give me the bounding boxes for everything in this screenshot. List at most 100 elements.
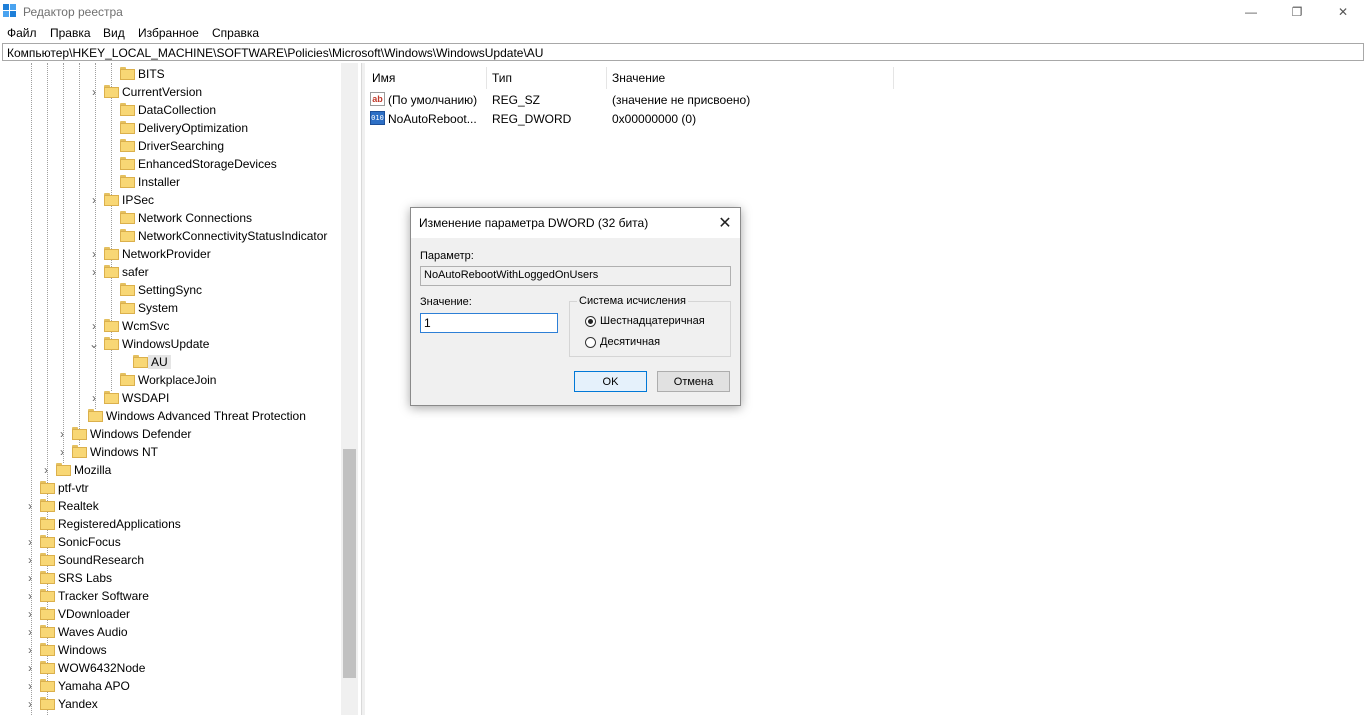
tree-node[interactable]: › safer: [0, 263, 343, 281]
tree-expander-icon[interactable]: [105, 373, 115, 387]
column-header-name[interactable]: Имя: [372, 71, 395, 85]
tree-expander-icon[interactable]: ›: [57, 445, 67, 459]
tree-expander-icon[interactable]: [118, 355, 128, 369]
dialog-close-button[interactable]: ✕: [710, 208, 740, 238]
tree-node[interactable]: › Windows NT: [0, 443, 343, 461]
minimize-button[interactable]: —: [1228, 0, 1274, 24]
menu-file[interactable]: Файл: [7, 26, 37, 40]
tree-node[interactable]: › Waves Audio: [0, 623, 343, 641]
tree-expander-icon[interactable]: [73, 409, 83, 423]
tree-expander-icon[interactable]: [105, 67, 115, 81]
menu-view[interactable]: Вид: [103, 26, 125, 40]
tree-node[interactable]: › Realtek: [0, 497, 343, 515]
tree-node[interactable]: › Windows Defender: [0, 425, 343, 443]
tree-expander-icon[interactable]: ›: [89, 247, 99, 261]
tree-expander-icon[interactable]: [105, 175, 115, 189]
tree-expander-icon[interactable]: [105, 121, 115, 135]
value-data-input[interactable]: 1: [420, 313, 558, 333]
tree-expander-icon[interactable]: [105, 229, 115, 243]
column-header-value[interactable]: Значение: [612, 71, 665, 85]
tree-node[interactable]: Windows Advanced Threat Protection: [0, 407, 343, 425]
column-divider[interactable]: [606, 67, 607, 89]
tree-node[interactable]: › Yamaha APO: [0, 677, 343, 695]
tree-node[interactable]: AU: [0, 353, 343, 371]
tree-node[interactable]: DeliveryOptimization: [0, 119, 343, 137]
menu-edit[interactable]: Правка: [50, 26, 91, 40]
tree-expander-icon[interactable]: ›: [89, 391, 99, 405]
tree-node[interactable]: ⌄ WindowsUpdate: [0, 335, 343, 353]
tree-node[interactable]: › Mozilla: [0, 461, 343, 479]
tree-node[interactable]: › Yandex: [0, 695, 343, 713]
tree-expander-icon[interactable]: [105, 157, 115, 171]
tree-node[interactable]: Installer: [0, 173, 343, 191]
tree-expander-icon[interactable]: [105, 301, 115, 315]
tree-node-label: safer: [122, 265, 149, 279]
tree-node[interactable]: Network Connections: [0, 209, 343, 227]
tree-expander-icon[interactable]: ›: [25, 589, 35, 603]
tree-expander-icon[interactable]: ›: [25, 643, 35, 657]
tree-node[interactable]: › VDownloader: [0, 605, 343, 623]
tree-node[interactable]: › WcmSvc: [0, 317, 343, 335]
tree-node[interactable]: › Windows: [0, 641, 343, 659]
tree-expander-icon[interactable]: [105, 103, 115, 117]
tree-expander-icon[interactable]: [25, 517, 35, 531]
close-window-button[interactable]: ✕: [1320, 0, 1366, 24]
tree-node[interactable]: › WSDAPI: [0, 389, 343, 407]
tree-expander-icon[interactable]: [25, 481, 35, 495]
tree-expander-icon[interactable]: ›: [89, 265, 99, 279]
tree-expander-icon[interactable]: ›: [89, 85, 99, 99]
tree-node[interactable]: › IPSec: [0, 191, 343, 209]
tree-node[interactable]: › SoundResearch: [0, 551, 343, 569]
hex-radio[interactable]: [585, 316, 596, 327]
address-bar[interactable]: Компьютер\HKEY_LOCAL_MACHINE\SOFTWARE\Po…: [2, 43, 1364, 61]
tree-node[interactable]: RegisteredApplications: [0, 515, 343, 533]
tree-expander-icon[interactable]: ›: [89, 319, 99, 333]
tree-expander-icon[interactable]: ⌄: [89, 337, 99, 351]
tree-scrollbar-thumb[interactable]: [343, 449, 356, 678]
tree-node[interactable]: ptf-vtr: [0, 479, 343, 497]
tree-expander-icon[interactable]: ›: [41, 463, 51, 477]
tree-expander-icon[interactable]: ›: [25, 535, 35, 549]
tree-expander-icon[interactable]: ›: [25, 697, 35, 711]
tree-expander-icon[interactable]: ›: [57, 427, 67, 441]
tree-expander-icon[interactable]: [105, 283, 115, 297]
restore-button[interactable]: ❐: [1274, 0, 1320, 24]
tree-expander-icon[interactable]: [105, 139, 115, 153]
tree-node[interactable]: System: [0, 299, 343, 317]
column-header-type[interactable]: Тип: [492, 71, 512, 85]
tree-node[interactable]: DriverSearching: [0, 137, 343, 155]
tree-node[interactable]: WorkplaceJoin: [0, 371, 343, 389]
column-divider[interactable]: [486, 67, 487, 89]
folder-icon: [120, 67, 135, 80]
menu-favorites[interactable]: Избранное: [138, 26, 199, 40]
list-row[interactable]: 010 NoAutoReboot... REG_DWORD 0x00000000…: [365, 110, 895, 128]
tree-node[interactable]: › WOW6432Node: [0, 659, 343, 677]
menu-help[interactable]: Справка: [212, 26, 259, 40]
tree-expander-icon[interactable]: ›: [25, 607, 35, 621]
tree-node[interactable]: SettingSync: [0, 281, 343, 299]
decimal-radio-label[interactable]: Десятичная: [600, 336, 660, 348]
hex-radio-label[interactable]: Шестнадцатеричная: [600, 315, 705, 327]
column-divider[interactable]: [893, 67, 894, 89]
tree-expander-icon[interactable]: [105, 211, 115, 225]
tree-node[interactable]: › CurrentVersion: [0, 83, 343, 101]
tree-expander-icon[interactable]: ›: [25, 679, 35, 693]
ok-button[interactable]: OK: [574, 371, 647, 392]
tree-expander-icon[interactable]: ›: [89, 193, 99, 207]
decimal-radio[interactable]: [585, 337, 596, 348]
tree-expander-icon[interactable]: ›: [25, 499, 35, 513]
tree-expander-icon[interactable]: ›: [25, 553, 35, 567]
cancel-button[interactable]: Отмена: [657, 371, 730, 392]
tree-node[interactable]: › SonicFocus: [0, 533, 343, 551]
tree-node[interactable]: DataCollection: [0, 101, 343, 119]
tree-node[interactable]: › Tracker Software: [0, 587, 343, 605]
tree-node[interactable]: › SRS Labs: [0, 569, 343, 587]
tree-node[interactable]: › NetworkProvider: [0, 245, 343, 263]
tree-node[interactable]: NetworkConnectivityStatusIndicator: [0, 227, 343, 245]
tree-expander-icon[interactable]: ›: [25, 625, 35, 639]
tree-node[interactable]: BITS: [0, 65, 343, 83]
list-row[interactable]: ab (По умолчанию) REG_SZ (значение не пр…: [365, 91, 895, 109]
tree-expander-icon[interactable]: ›: [25, 571, 35, 585]
tree-node[interactable]: EnhancedStorageDevices: [0, 155, 343, 173]
tree-expander-icon[interactable]: ›: [25, 661, 35, 675]
